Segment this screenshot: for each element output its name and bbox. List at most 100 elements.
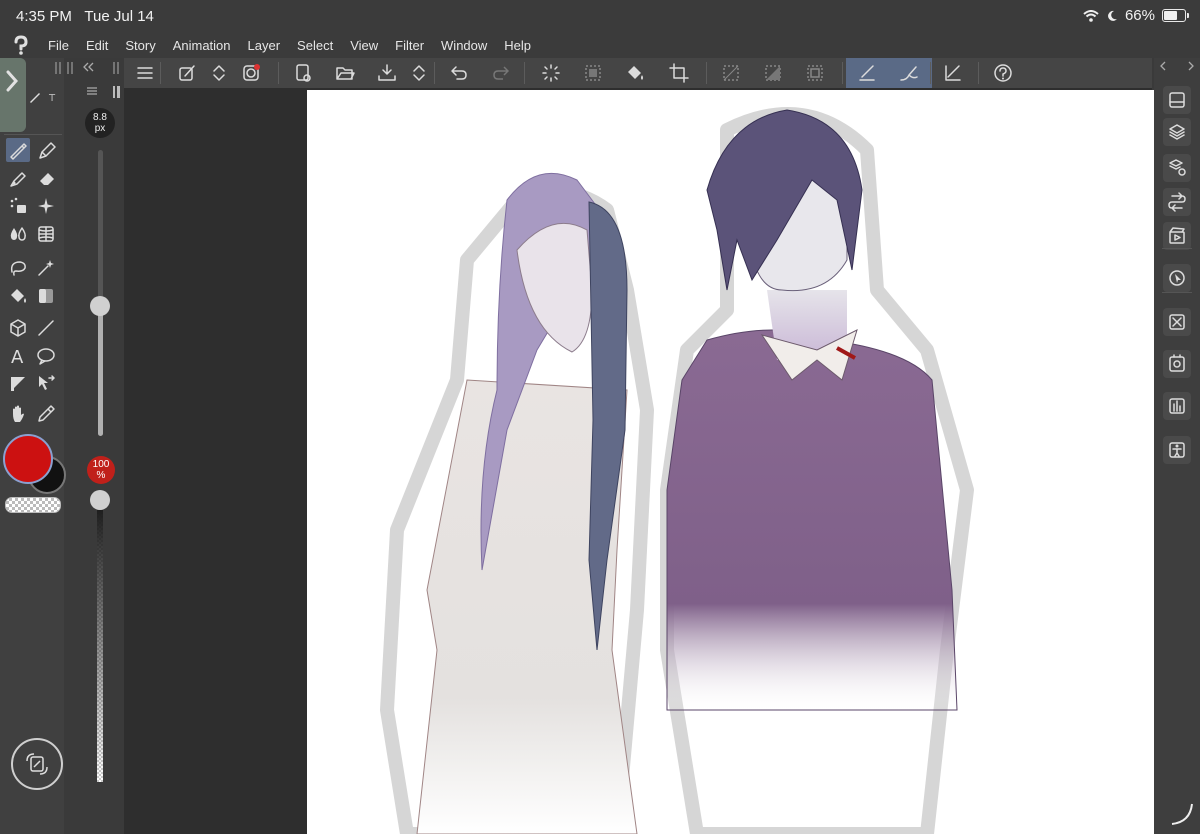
window-panel-button[interactable] [1163,86,1191,114]
brush-size-slider-thumb[interactable] [90,296,110,316]
menu-help[interactable]: Help [504,38,531,53]
marker-tool[interactable] [6,166,30,190]
menu-icon[interactable] [86,86,98,96]
main-color[interactable] [3,434,53,484]
pen-tool[interactable] [6,138,30,162]
balloon-icon [37,348,55,365]
collapse-icon[interactable] [82,62,94,72]
crop-icon [669,63,689,83]
brush-mode-button[interactable] [896,60,922,86]
loading-button[interactable] [538,60,564,86]
select-all-button[interactable] [718,60,744,86]
menu-edit[interactable]: Edit [86,38,108,53]
gradient-tool[interactable] [34,284,58,308]
history-panel-button[interactable] [1163,350,1191,378]
grip-icon[interactable] [54,62,64,74]
menu-view[interactable]: View [350,38,378,53]
grip-icon[interactable] [66,62,76,74]
draw-mode-button[interactable] [854,60,880,86]
status-bar: 4:35 PM Tue Jul 14 66% [0,0,1200,32]
material-panel-button[interactable] [1163,308,1191,336]
magic-wand-tool[interactable] [34,256,58,280]
help-button[interactable] [990,60,1016,86]
panel-header-icon[interactable] [1160,60,1194,72]
tab-pen-icon[interactable] [28,90,42,104]
toolbar-separator [978,62,979,84]
redo-button[interactable] [488,60,514,86]
clear-selection-button[interactable] [580,60,606,86]
menu-select[interactable]: Select [297,38,333,53]
3d-object-tool[interactable] [6,316,30,340]
menu-file[interactable]: File [48,38,69,53]
battery-icon [1162,9,1189,22]
eraser-tool[interactable] [34,166,58,190]
quick-access-button[interactable] [11,738,63,790]
eraser-icon [40,173,54,185]
animation-panel-button[interactable] [1163,222,1191,250]
toolbar-separator [930,62,931,84]
navigator-panel-button[interactable] [1163,264,1191,292]
menu-layer[interactable]: Layer [248,38,281,53]
moon-icon [1108,10,1117,21]
blend-tool[interactable] [6,222,30,246]
menu-window[interactable]: Window [441,38,487,53]
opacity-slider-thumb[interactable] [90,490,110,510]
opacity-slider-track[interactable] [97,510,103,782]
wifi-icon [1083,9,1099,22]
animation-icon [1169,227,1185,244]
airbrush-icon [10,197,26,213]
menu-story[interactable]: Story [125,38,155,53]
operation-tool[interactable] [34,372,58,396]
accessibility-panel-button[interactable] [1163,436,1191,464]
fill-tool[interactable] [6,284,30,308]
app-logo-icon[interactable] [8,32,34,58]
undo-button[interactable] [446,60,472,86]
operation-icon [39,375,55,390]
transparent-color[interactable] [5,497,61,513]
companion-button[interactable] [238,60,264,86]
edit-brush-button[interactable] [174,60,200,86]
pencil-tool[interactable] [34,138,58,162]
mesh-tool[interactable] [34,222,58,246]
companion-icon [243,64,260,81]
decoration-tool[interactable] [34,194,58,218]
hand-tool[interactable] [6,402,30,426]
sub-view-panel-button[interactable] [1163,154,1191,182]
crop-button[interactable] [666,60,692,86]
history-icon [1169,354,1185,372]
save-button[interactable] [374,60,400,86]
auto-actions-panel-button[interactable] [1163,188,1191,216]
border-button[interactable] [802,60,828,86]
updown-button[interactable] [206,60,232,86]
invert-button[interactable] [760,60,786,86]
sidebar-toggle[interactable] [0,58,26,132]
ruler-mode-button[interactable] [940,60,966,86]
updown-button[interactable] [406,60,432,86]
menu-filter[interactable]: Filter [395,38,424,53]
text-tool[interactable]: A [6,344,30,368]
open-button[interactable] [332,60,358,86]
brush-size-slider-fill [98,306,103,436]
toolbar-separator [160,62,161,84]
status-time: 4:35 PM Tue Jul 14 [16,8,154,25]
line-tool[interactable] [34,316,58,340]
tool-property-panel-button[interactable] [1163,392,1191,420]
tab-text-icon[interactable]: T [48,91,58,103]
ruler-tool[interactable] [6,372,30,396]
airbrush-tool[interactable] [6,194,30,218]
lasso-tool[interactable] [6,256,30,280]
gradient-icon [39,289,53,303]
menu-animation[interactable]: Animation [173,38,231,53]
pencil-icon [39,142,56,159]
eyedropper-tool[interactable] [34,402,58,426]
drawing-canvas[interactable] [307,90,1154,834]
balloon-tool[interactable] [34,344,58,368]
menu-button[interactable] [132,60,158,86]
resize-corner-icon[interactable] [1168,800,1196,828]
fill-button[interactable] [622,60,648,86]
layers-panel-button[interactable] [1163,118,1191,146]
menu-bar: File Edit Story Animation Layer Select V… [0,32,1200,58]
auto-actions-icon [1168,192,1186,212]
new-button[interactable] [290,60,316,86]
grip-icon[interactable] [112,62,122,74]
